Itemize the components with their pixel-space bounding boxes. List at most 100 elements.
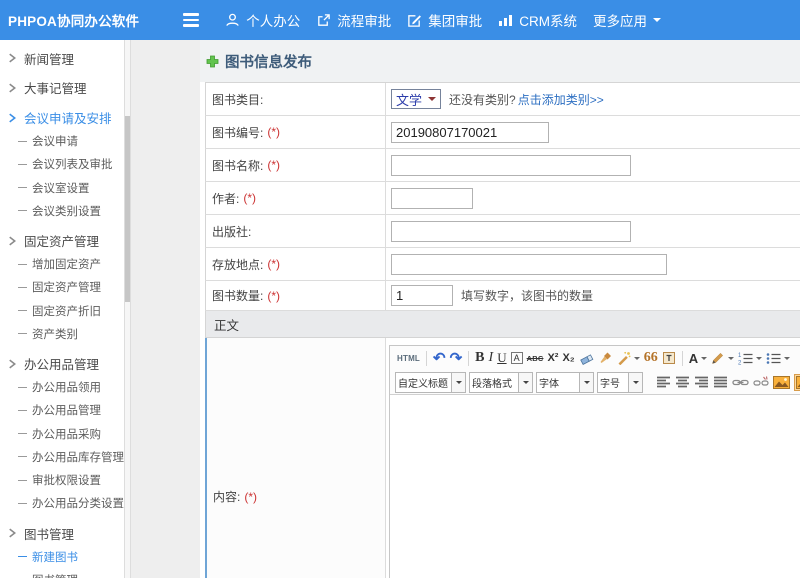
- dash-icon: [18, 141, 27, 142]
- editor-content-area[interactable]: [390, 395, 800, 578]
- form-row-publisher: 出版社:: [205, 215, 800, 248]
- sidebar-scrollbar[interactable]: [124, 40, 131, 578]
- dash-icon: [18, 387, 27, 388]
- nav-group-approval[interactable]: 集团审批: [407, 10, 482, 30]
- add-category-link[interactable]: 点击添加类别>>: [518, 91, 604, 108]
- topbar-nav: 个人办公流程审批集团审批 CRM系统更多应用: [225, 10, 677, 30]
- auto-typeset-icon[interactable]: [617, 351, 640, 365]
- sidebar-item-supplies-inventory[interactable]: 办公用品库存管理: [0, 445, 131, 468]
- justify-center-icon[interactable]: [675, 376, 690, 389]
- font-color-icon[interactable]: A: [689, 351, 707, 366]
- chevron-down-icon: [451, 373, 465, 392]
- underline-icon[interactable]: U: [497, 350, 506, 366]
- user-icon: [225, 12, 240, 28]
- sidebar-group-meeting-application[interactable]: 会议申请及安排: [0, 106, 131, 129]
- sidebar-item-fixed-asset-depreciation[interactable]: 固定资产折旧: [0, 299, 131, 322]
- book-category-select[interactable]: 文学: [391, 89, 441, 109]
- sidebar-item-new-book[interactable]: 新建图书: [0, 545, 131, 568]
- sidebar-item-label: 审批权限设置: [32, 472, 101, 488]
- scrawl-icon[interactable]: [794, 374, 800, 391]
- insert-image-icon[interactable]: [773, 376, 790, 389]
- author-input[interactable]: [391, 188, 473, 209]
- redo-icon[interactable]: ↷: [450, 351, 463, 366]
- sidebar-item-approval-permission-setting[interactable]: 审批权限设置: [0, 469, 131, 492]
- sidebar-item-supplies-purchase[interactable]: 办公用品采购: [0, 422, 131, 445]
- sidebar-item-meeting-category-setting[interactable]: 会议类别设置: [0, 199, 131, 222]
- subscript-icon[interactable]: X₂: [562, 352, 574, 364]
- sidebar-item-asset-category[interactable]: 资产类别: [0, 322, 131, 345]
- nav-more-apps[interactable]: 更多应用: [593, 10, 661, 30]
- dash-icon: [18, 210, 27, 211]
- sidebar-item-book-management[interactable]: 图书管理: [0, 568, 131, 578]
- form-label-location: 存放地点:(*): [206, 248, 386, 280]
- justify-full-icon[interactable]: [713, 376, 728, 389]
- source-code-icon[interactable]: HTML: [397, 354, 420, 363]
- ordered-list-icon[interactable]: 12: [738, 352, 762, 365]
- scrollbar-thumb[interactable]: [125, 116, 130, 302]
- sidebar-item-label: 会议室设置: [32, 180, 90, 196]
- custom-title-select[interactable]: 自定义标题: [395, 372, 466, 393]
- sidebar-item-meeting-apply[interactable]: 会议申请: [0, 129, 131, 152]
- justify-right-icon[interactable]: [694, 376, 709, 389]
- unlink-icon[interactable]: [753, 376, 769, 389]
- font-border-icon[interactable]: A: [511, 352, 523, 364]
- font-family-select[interactable]: 字体: [536, 372, 594, 393]
- nav-label: 个人办公: [246, 10, 300, 30]
- unordered-list-icon[interactable]: [766, 352, 790, 365]
- justify-left-icon[interactable]: [656, 376, 671, 389]
- bold-icon[interactable]: B: [475, 350, 484, 366]
- dash-icon: [18, 187, 27, 188]
- eraser-icon[interactable]: [579, 352, 595, 365]
- menu-toggle-icon[interactable]: [183, 13, 199, 26]
- sidebar-item-meeting-list-approval[interactable]: 会议列表及审批: [0, 153, 131, 176]
- publisher-input[interactable]: [391, 221, 631, 242]
- link-icon[interactable]: [732, 377, 749, 388]
- paragraph-format-select[interactable]: 段落格式: [469, 372, 533, 393]
- form-row-quantity: 图书数量:(*)填写数字，该图书的数量: [205, 281, 800, 311]
- sidebar-group-book-management-group[interactable]: 图书管理: [0, 522, 131, 545]
- nav-crm-system[interactable]: CRM系统: [498, 10, 577, 30]
- location-input[interactable]: [391, 254, 667, 275]
- sidebar-item-supplies-management[interactable]: 办公用品管理: [0, 399, 131, 422]
- sidebar-group-office-supplies-management[interactable]: 办公用品管理: [0, 352, 131, 375]
- sidebar-item-supplies-requisition[interactable]: 办公用品领用: [0, 375, 131, 398]
- toolbar-separator: [426, 351, 427, 366]
- sidebar-group-label: 会议申请及安排: [24, 108, 112, 127]
- form-rows: 图书类目:文学还没有类别? 点击添加类别>>图书编号:(*)图书名称:(*)作者…: [205, 83, 800, 311]
- form-label-quantity: 图书数量:(*): [206, 281, 386, 310]
- format-brush-icon[interactable]: [599, 351, 613, 365]
- undo-icon[interactable]: ↶: [433, 351, 446, 366]
- book-name-input[interactable]: [391, 155, 631, 176]
- sidebar-menu: 新闻管理大事记管理会议申请及安排会议申请会议列表及审批会议室设置会议类别设置固定…: [0, 47, 131, 578]
- font-size-select[interactable]: 字号: [597, 372, 643, 393]
- highlight-pen-icon[interactable]: [711, 351, 734, 365]
- nav-personal-office[interactable]: 个人办公: [225, 10, 300, 30]
- sidebar-item-label: 会议申请: [32, 133, 78, 149]
- combo-value: 段落格式: [470, 373, 518, 392]
- blockquote-icon[interactable]: 66: [644, 352, 658, 363]
- sidebar-group-label: 新闻管理: [24, 49, 74, 68]
- nav-process-approval[interactable]: 流程审批: [316, 10, 391, 30]
- required-mark: (*): [267, 125, 280, 139]
- sidebar-group-memorabilia-management[interactable]: 大事记管理: [0, 76, 131, 99]
- paste-plain-icon[interactable]: [662, 351, 676, 365]
- quantity-input[interactable]: [391, 285, 453, 306]
- chevron-down-icon: [728, 357, 734, 363]
- sidebar-item-fixed-asset-management[interactable]: 固定资产管理: [0, 276, 131, 299]
- field-label: 存放地点:: [212, 256, 263, 273]
- strikethrough-icon[interactable]: ABC: [527, 354, 544, 363]
- italic-icon[interactable]: I: [489, 350, 494, 366]
- sidebar-group-fixed-assets-management[interactable]: 固定资产管理: [0, 229, 131, 252]
- content-row: 内容:(*) HTML↶↷BIUAABCX²X₂66A12 自定义标题段落格式字…: [205, 338, 800, 578]
- app-logo: PHPOA协同办公软件: [8, 10, 139, 30]
- superscript-icon[interactable]: X²: [547, 352, 558, 364]
- book-code-input[interactable]: [391, 122, 549, 143]
- dash-icon: [18, 480, 27, 481]
- toolbar-separator: [468, 351, 469, 366]
- sidebar-item-add-fixed-asset[interactable]: 增加固定资产: [0, 252, 131, 275]
- sidebar-item-meeting-room-setting[interactable]: 会议室设置: [0, 176, 131, 199]
- chevron-down-icon: [701, 357, 707, 363]
- sidebar-group-news-management[interactable]: 新闻管理: [0, 47, 131, 70]
- sidebar-item-supplies-category-setting[interactable]: 办公用品分类设置: [0, 492, 131, 515]
- sidebar-item-label: 办公用品领用: [32, 379, 101, 395]
